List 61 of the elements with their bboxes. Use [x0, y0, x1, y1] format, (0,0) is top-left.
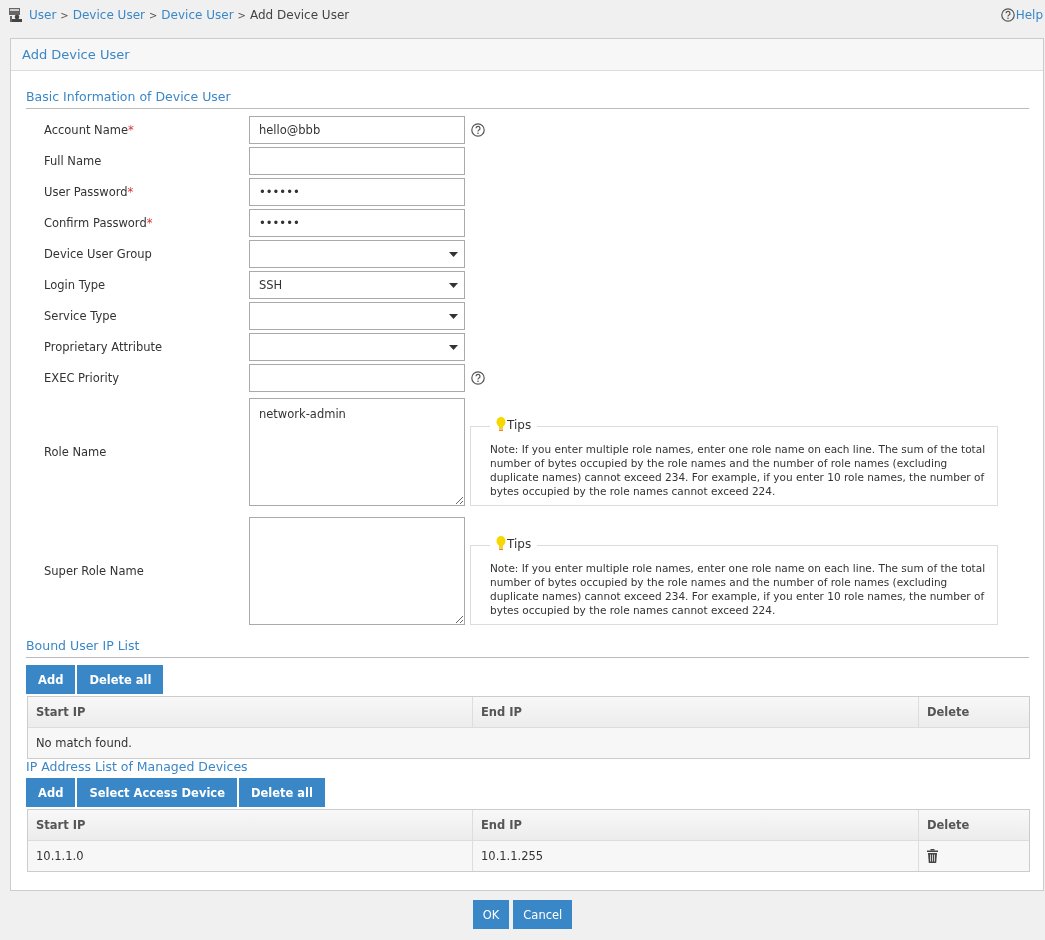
trash-icon[interactable]: [927, 849, 938, 863]
text-field[interactable]: [249, 147, 465, 175]
user-admin-icon: [8, 7, 24, 23]
help-icon[interactable]: [1000, 8, 1015, 22]
field-label: Role Name: [43, 445, 108, 459]
caret-icon: [449, 282, 458, 288]
help-link[interactable]: Help: [1015, 8, 1043, 22]
breadcrumb-separator: >: [237, 9, 246, 21]
lightbulb-icon: [496, 536, 506, 551]
toolbar-button[interactable]: Add: [26, 778, 76, 807]
breadcrumb-link[interactable]: Device User: [72, 8, 145, 22]
dropdown[interactable]: [249, 302, 465, 330]
field-label: Confirm Password*: [43, 216, 154, 230]
field-label: Service Type: [43, 309, 118, 323]
text-field[interactable]: hello@bbb: [249, 116, 465, 144]
caret-icon: [449, 313, 458, 319]
lightbulb-icon: [496, 417, 506, 432]
section-title: Bound User IP List: [26, 638, 1029, 658]
breadcrumb-link[interactable]: User: [29, 8, 57, 22]
toolbar-button[interactable]: Delete all: [77, 665, 164, 694]
help-icon[interactable]: [471, 123, 485, 137]
text-field[interactable]: ••••••: [249, 178, 465, 206]
help-icon[interactable]: [471, 371, 485, 385]
dropdown[interactable]: [249, 333, 465, 361]
footer-button[interactable]: Cancel: [513, 900, 573, 929]
column-header: Start IP: [35, 817, 87, 834]
field-label: Device User Group: [43, 247, 153, 261]
toolbar-button[interactable]: Select Access Device: [77, 778, 237, 807]
toolbar-button[interactable]: Delete all: [238, 778, 325, 807]
caret-icon: [449, 251, 458, 257]
text-field[interactable]: [249, 364, 465, 392]
breadcrumb-current: Add Device User: [249, 8, 350, 22]
tips-text: Note: If you enter multiple role names, enter one role name on each line. The sum of the total number of bytes occupied by the role names and the number of role names (excluding duplicate names) cannot exceed 234. For example, if you enter 10 role names, the number of bytes occupied by the role names cannot exceed 224.: [490, 561, 986, 617]
caret-icon: [449, 344, 458, 350]
field-label: Login Type: [43, 278, 107, 292]
dropdown[interactable]: [249, 240, 465, 268]
footer-button[interactable]: OK: [472, 900, 510, 929]
table-cell: 10.1.1.255: [472, 841, 918, 871]
field-label: Account Name*: [43, 123, 135, 137]
field-label: Super Role Name: [43, 564, 145, 578]
section-title: IP Address List of Managed Devices: [26, 759, 249, 776]
text-field[interactable]: ••••••: [249, 209, 465, 237]
toolbar-button[interactable]: Add: [26, 665, 76, 694]
column-header: Start IP: [35, 704, 87, 721]
field-label: User Password*: [43, 185, 135, 199]
empty-message: No match found.: [35, 735, 133, 752]
dropdown[interactable]: SSH: [249, 271, 465, 299]
field-label: Proprietary Attribute: [43, 340, 164, 354]
panel-title: Add Device User: [22, 47, 130, 62]
breadcrumb-link[interactable]: Device User: [161, 8, 234, 22]
table-cell-text: 10.1.1.0: [35, 848, 85, 865]
section-title: Basic Information of Device User: [26, 89, 1029, 109]
text-area[interactable]: network-admin: [249, 398, 465, 506]
field-label: EXEC Priority: [43, 371, 121, 385]
text-area[interactable]: [249, 517, 465, 625]
field-label: Full Name: [43, 154, 103, 168]
tips-title: Tips: [507, 537, 532, 551]
tips-title: Tips: [507, 418, 532, 432]
tips-text: Note: If you enter multiple role names, enter one role name on each line. The sum of the total number of bytes occupied by the role names and the number of role names (excluding duplicate names) cannot exceed 234. For example, if you enter 10 role names, the number of bytes occupied by the role names cannot exceed 224.: [490, 442, 986, 498]
breadcrumb-separator: >: [148, 9, 158, 21]
breadcrumb-separator: >: [60, 9, 69, 21]
